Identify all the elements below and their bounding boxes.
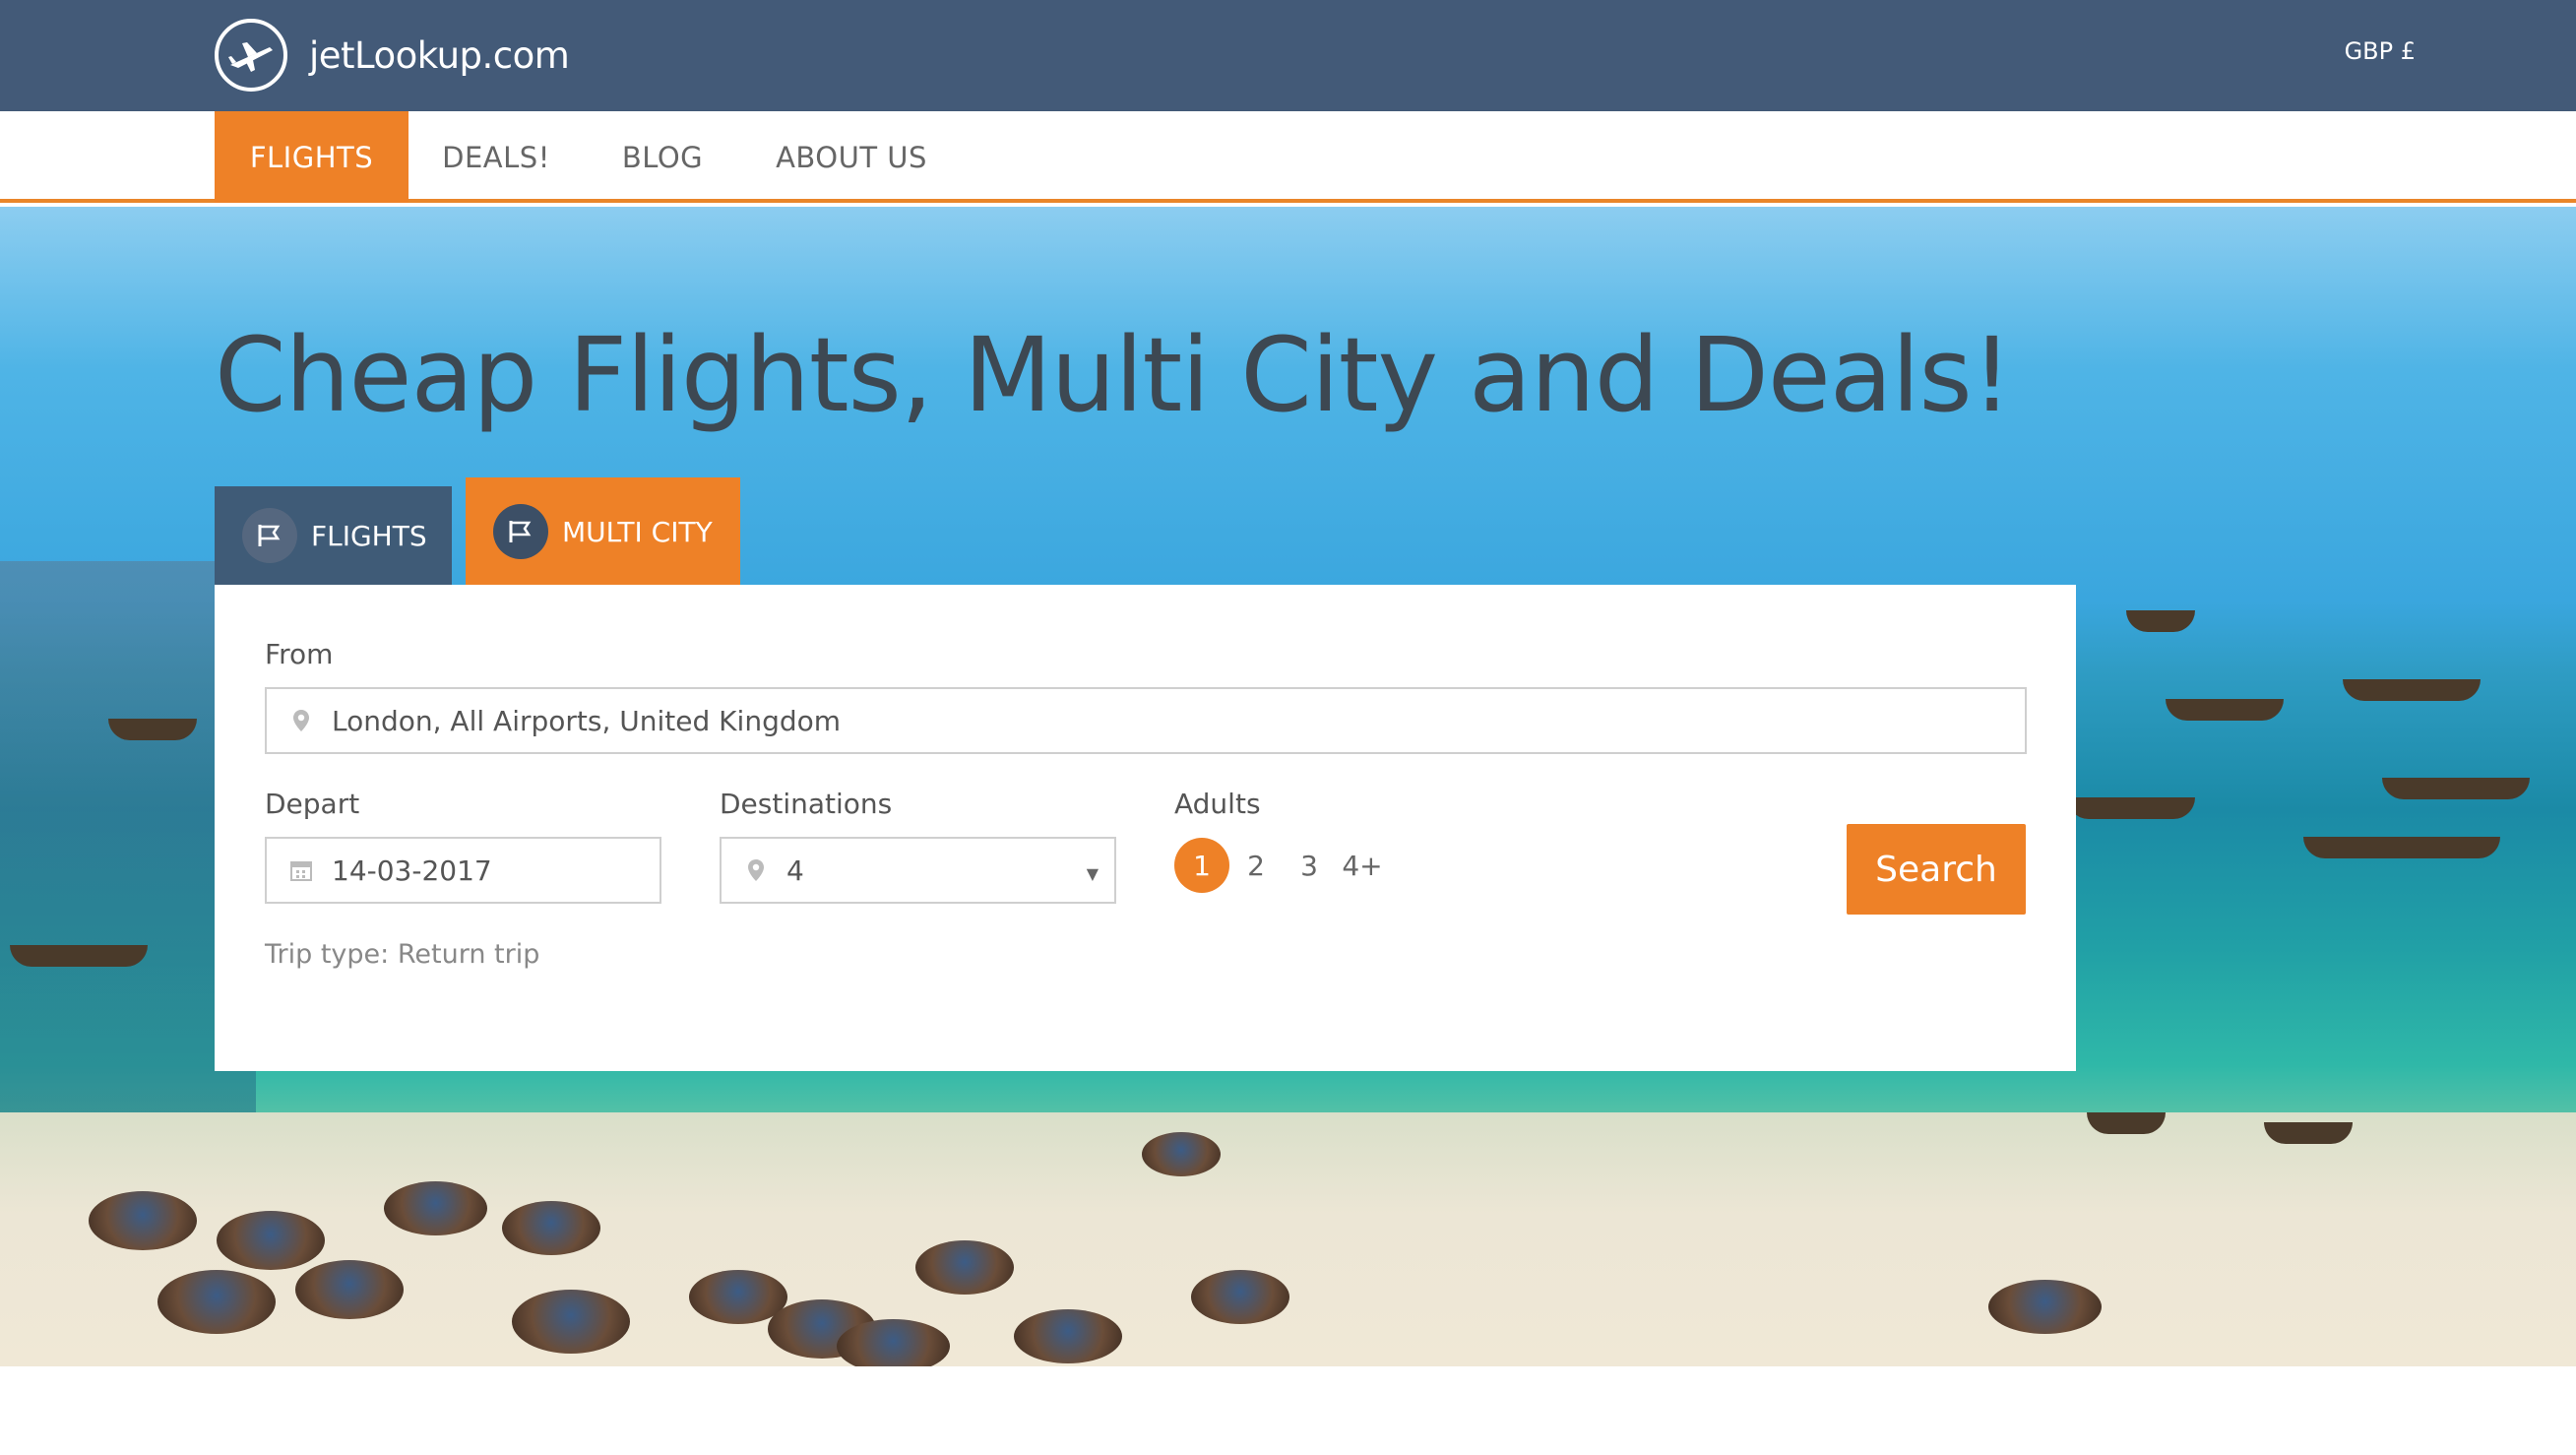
boat-decoration <box>2303 837 2500 858</box>
search-panel <box>215 585 2076 1071</box>
boat-decoration <box>2382 778 2530 799</box>
destinations-label: Destinations <box>720 788 893 820</box>
boat-decoration <box>2067 797 2195 819</box>
from-value: London, All Airports, United Kingdom <box>332 704 842 737</box>
basket-boat <box>1142 1132 1221 1176</box>
adults-option-2[interactable]: 2 <box>1228 838 1284 893</box>
flag-icon <box>493 504 548 559</box>
logo-text: jetLookup.com <box>309 33 570 77</box>
basket-boat <box>384 1181 487 1235</box>
tab-label: FLIGHTS <box>311 519 427 552</box>
boat-decoration <box>2126 610 2195 632</box>
map-pin-icon <box>741 858 771 882</box>
basket-boat <box>1191 1270 1289 1324</box>
chevron-down-icon: ▼ <box>1086 864 1099 883</box>
from-input[interactable]: London, All Airports, United Kingdom <box>265 687 2027 754</box>
search-button[interactable]: Search <box>1847 824 2026 915</box>
nav-item-flights[interactable]: FLIGHTS <box>215 111 408 203</box>
calendar-icon <box>286 858 316 882</box>
adults-option-3[interactable]: 3 <box>1282 838 1337 893</box>
basket-boat <box>512 1290 630 1354</box>
depart-label: Depart <box>265 788 360 820</box>
tab-label: MULTI CITY <box>562 515 713 548</box>
adults-option-1[interactable]: 1 <box>1174 838 1229 893</box>
main-nav: FLIGHTS DEALS! BLOG ABOUT US <box>0 111 2576 203</box>
flag-icon <box>242 508 297 563</box>
site-logo[interactable]: jetLookup.com <box>215 16 570 95</box>
tab-multi-city[interactable]: MULTI CITY <box>466 477 740 586</box>
nav-item-about-us[interactable]: ABOUT US <box>758 111 945 203</box>
basket-boat <box>502 1201 600 1255</box>
boat-decoration <box>10 945 148 967</box>
depart-value: 14-03-2017 <box>332 854 492 887</box>
from-label: From <box>265 638 334 670</box>
hero-background-beach <box>0 1112 2576 1366</box>
nav-item-blog[interactable]: BLOG <box>598 111 726 203</box>
hero-headline: Cheap Flights, Multi City and Deals! <box>215 315 2012 435</box>
basket-boat <box>295 1260 404 1319</box>
boat-decoration <box>2087 1112 2166 1134</box>
boat-decoration <box>2166 699 2284 721</box>
destinations-select[interactable]: 4 ▼ <box>720 837 1116 904</box>
basket-boat <box>915 1240 1014 1295</box>
top-header: jetLookup.com GBP £ <box>0 0 2576 111</box>
basket-boat <box>1988 1280 2102 1334</box>
map-pin-icon <box>286 709 316 732</box>
basket-boat <box>217 1211 325 1270</box>
basket-boat <box>837 1319 950 1366</box>
nav-item-deals[interactable]: DEALS! <box>423 111 569 203</box>
basket-boat <box>89 1191 197 1250</box>
boat-decoration <box>108 719 197 740</box>
boat-decoration <box>2264 1122 2353 1144</box>
trip-type-text: Trip type: Return trip <box>265 939 540 970</box>
destinations-value: 4 <box>786 854 804 887</box>
basket-boat <box>1014 1309 1122 1363</box>
boat-decoration <box>2343 679 2481 701</box>
currency-selector[interactable]: GBP £ <box>2345 37 2416 65</box>
depart-date-input[interactable]: 14-03-2017 <box>265 837 661 904</box>
adults-label: Adults <box>1174 788 1261 820</box>
basket-boat <box>157 1270 276 1334</box>
airplane-icon <box>215 19 287 92</box>
tab-flights[interactable]: FLIGHTS <box>215 486 452 585</box>
adults-option-4-plus[interactable]: 4+ <box>1335 838 1390 893</box>
